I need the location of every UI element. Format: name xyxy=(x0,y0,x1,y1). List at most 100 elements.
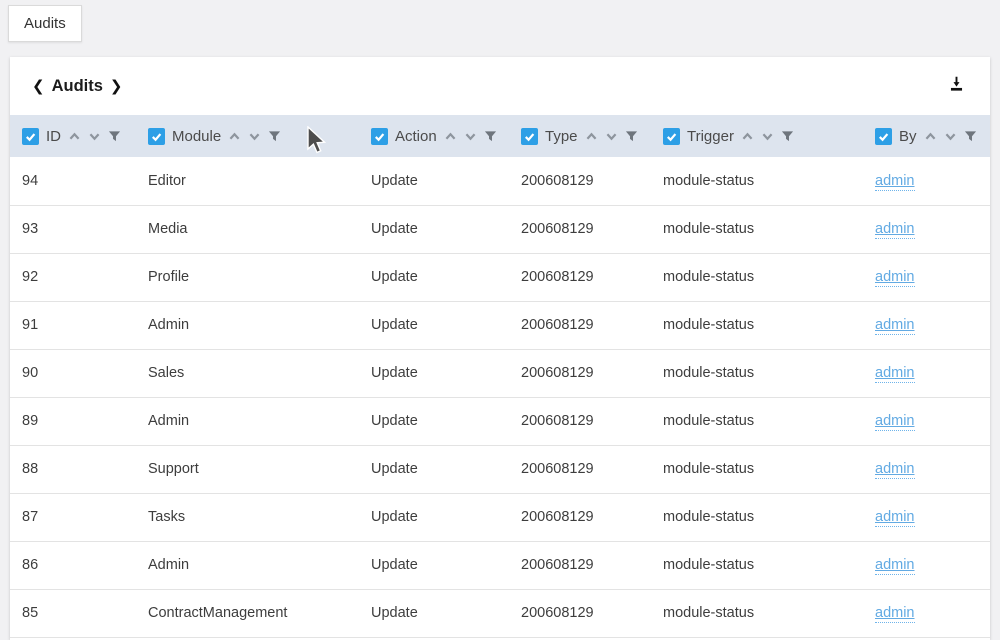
user-link[interactable]: admin xyxy=(875,269,915,287)
sort-asc-icon[interactable] xyxy=(228,130,241,143)
column-header-action: Action xyxy=(359,115,509,157)
audits-panel: ❮ Audits ❯ ID xyxy=(10,57,990,640)
cell-by: admin xyxy=(863,205,990,253)
cell-trigger: module-status xyxy=(651,301,863,349)
table-row: 91 Admin Update 200608129 module-status … xyxy=(10,301,990,349)
sort-asc-icon[interactable] xyxy=(741,130,754,143)
table-row: 94 Editor Update 200608129 module-status… xyxy=(10,157,990,205)
cell-type: 200608129 xyxy=(509,349,651,397)
user-link[interactable]: admin xyxy=(875,605,915,623)
filter-icon[interactable] xyxy=(484,130,497,143)
cell-type: 200608129 xyxy=(509,397,651,445)
cell-by: admin xyxy=(863,541,990,589)
cell-trigger: module-status xyxy=(651,253,863,301)
cell-module: Profile xyxy=(136,253,359,301)
cell-id: 91 xyxy=(10,301,136,349)
cell-id: 87 xyxy=(10,493,136,541)
cell-action: Update xyxy=(359,253,509,301)
user-link[interactable]: admin xyxy=(875,461,915,479)
column-checkbox[interactable] xyxy=(371,128,388,145)
column-header-type: Type xyxy=(509,115,651,157)
page-title: Audits xyxy=(52,77,103,96)
user-link[interactable]: admin xyxy=(875,509,915,527)
sort-asc-icon[interactable] xyxy=(585,130,598,143)
cell-module: Support xyxy=(136,445,359,493)
cell-id: 94 xyxy=(10,157,136,205)
cell-by: admin xyxy=(863,589,990,637)
cell-module: Media xyxy=(136,205,359,253)
cell-id: 86 xyxy=(10,541,136,589)
cell-trigger: module-status xyxy=(651,397,863,445)
cell-id: 90 xyxy=(10,349,136,397)
column-checkbox[interactable] xyxy=(521,128,538,145)
cell-action: Update xyxy=(359,301,509,349)
filter-icon[interactable] xyxy=(108,130,121,143)
sort-desc-icon[interactable] xyxy=(248,130,261,143)
sort-desc-icon[interactable] xyxy=(605,130,618,143)
chevron-right-icon[interactable]: ❯ xyxy=(110,79,123,94)
cell-action: Update xyxy=(359,445,509,493)
column-checkbox[interactable] xyxy=(663,128,680,145)
cell-trigger: module-status xyxy=(651,445,863,493)
audits-table: ID Module xyxy=(10,115,990,638)
cell-by: admin xyxy=(863,493,990,541)
table-row: 93 Media Update 200608129 module-status … xyxy=(10,205,990,253)
cell-trigger: module-status xyxy=(651,493,863,541)
cell-by: admin xyxy=(863,397,990,445)
table-row: 88 Support Update 200608129 module-statu… xyxy=(10,445,990,493)
cell-by: admin xyxy=(863,253,990,301)
sort-desc-icon[interactable] xyxy=(88,130,101,143)
sort-asc-icon[interactable] xyxy=(924,130,937,143)
cell-trigger: module-status xyxy=(651,541,863,589)
column-header-module: Module xyxy=(136,115,359,157)
table-row: 89 Admin Update 200608129 module-status … xyxy=(10,397,990,445)
chevron-left-icon[interactable]: ❮ xyxy=(32,79,45,94)
cell-module: Admin xyxy=(136,541,359,589)
filter-icon[interactable] xyxy=(964,130,977,143)
download-icon xyxy=(947,74,966,98)
filter-icon[interactable] xyxy=(781,130,794,143)
table-row: 90 Sales Update 200608129 module-status … xyxy=(10,349,990,397)
column-checkbox[interactable] xyxy=(875,128,892,145)
column-checkbox[interactable] xyxy=(22,128,39,145)
column-label: ID xyxy=(46,128,61,145)
cell-action: Update xyxy=(359,397,509,445)
tab-audits[interactable]: Audits xyxy=(8,5,82,42)
user-link[interactable]: admin xyxy=(875,413,915,431)
cell-module: ContractManagement xyxy=(136,589,359,637)
user-link[interactable]: admin xyxy=(875,365,915,383)
column-label: Trigger xyxy=(687,128,734,145)
table-row: 92 Profile Update 200608129 module-statu… xyxy=(10,253,990,301)
user-link[interactable]: admin xyxy=(875,173,915,191)
sort-desc-icon[interactable] xyxy=(761,130,774,143)
cell-action: Update xyxy=(359,541,509,589)
column-label: Type xyxy=(545,128,578,145)
cell-module: Sales xyxy=(136,349,359,397)
download-button[interactable] xyxy=(947,74,966,98)
user-link[interactable]: admin xyxy=(875,557,915,575)
cell-module: Admin xyxy=(136,397,359,445)
cell-trigger: module-status xyxy=(651,589,863,637)
cell-action: Update xyxy=(359,157,509,205)
sort-asc-icon[interactable] xyxy=(444,130,457,143)
column-checkbox[interactable] xyxy=(148,128,165,145)
cell-trigger: module-status xyxy=(651,157,863,205)
cell-action: Update xyxy=(359,349,509,397)
table-row: 87 Tasks Update 200608129 module-status … xyxy=(10,493,990,541)
user-link[interactable]: admin xyxy=(875,317,915,335)
cell-action: Update xyxy=(359,589,509,637)
filter-icon[interactable] xyxy=(268,130,281,143)
column-header-trigger: Trigger xyxy=(651,115,863,157)
cell-by: admin xyxy=(863,349,990,397)
sort-desc-icon[interactable] xyxy=(464,130,477,143)
sort-asc-icon[interactable] xyxy=(68,130,81,143)
sort-desc-icon[interactable] xyxy=(944,130,957,143)
cell-module: Editor xyxy=(136,157,359,205)
column-label: Module xyxy=(172,128,221,145)
user-link[interactable]: admin xyxy=(875,221,915,239)
panel-toolbar: ❮ Audits ❯ xyxy=(10,57,990,115)
cell-type: 200608129 xyxy=(509,301,651,349)
filter-icon[interactable] xyxy=(625,130,638,143)
cell-type: 200608129 xyxy=(509,445,651,493)
cell-id: 88 xyxy=(10,445,136,493)
